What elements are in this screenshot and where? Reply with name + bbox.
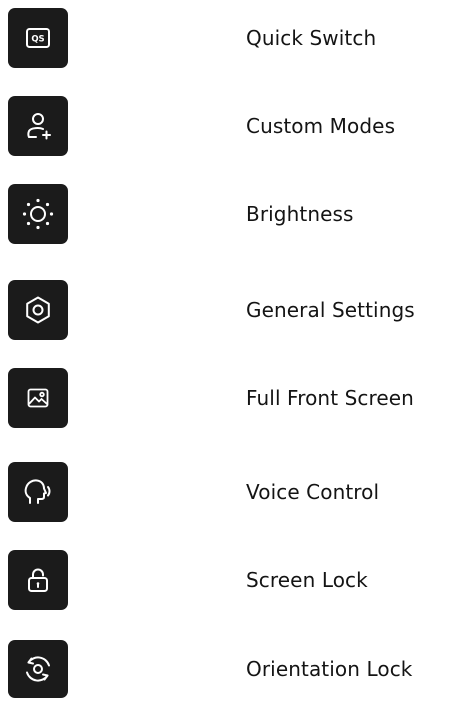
menu-item-general-settings[interactable]: General Settings (0, 280, 450, 342)
menu-item-full-front-screen[interactable]: Full Front Screen (0, 368, 450, 430)
menu-item-custom-modes[interactable]: Custom Modes (0, 96, 450, 158)
menu-item-label: General Settings (246, 298, 415, 322)
voice-head-icon (8, 462, 68, 522)
user-add-icon (8, 96, 68, 156)
menu-item-label: Full Front Screen (246, 386, 414, 410)
qs-icon: QS (8, 8, 68, 68)
menu-item-label: Custom Modes (246, 114, 396, 138)
hexagon-gear-icon (8, 280, 68, 340)
lock-icon (8, 550, 68, 610)
menu-item-orientation-lock[interactable]: Orientation Lock (0, 640, 450, 701)
image-icon (8, 368, 68, 428)
sun-icon (8, 184, 68, 244)
menu-item-brightness[interactable]: Brightness (0, 184, 450, 246)
menu-item-screen-lock[interactable]: Screen Lock (0, 550, 450, 612)
menu-item-label: Orientation Lock (246, 657, 413, 681)
menu-item-label: Brightness (246, 202, 354, 226)
menu-item-voice-control[interactable]: Voice Control (0, 462, 450, 524)
menu-item-label: Screen Lock (246, 568, 368, 592)
menu-item-quick-switch[interactable]: QS Quick Switch (0, 8, 450, 70)
qs-icon-label: QS (31, 34, 44, 44)
menu-item-label: Quick Switch (246, 26, 377, 50)
rotation-lock-icon (8, 640, 68, 698)
menu-item-label: Voice Control (246, 480, 380, 504)
settings-menu: QS Quick Switch Custom Modes Brightness … (0, 0, 450, 701)
